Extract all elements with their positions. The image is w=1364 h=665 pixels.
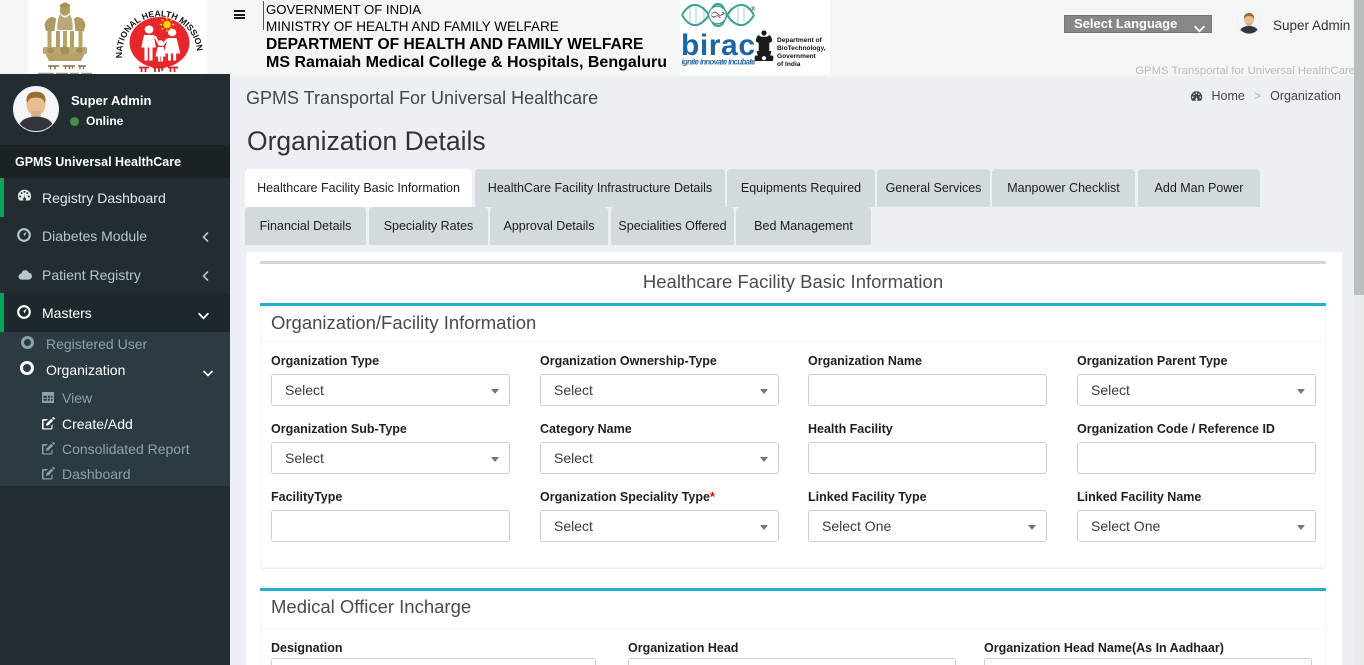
svg-text:of India: of India xyxy=(777,61,801,68)
svg-text:®: ® xyxy=(751,5,756,13)
svg-text:Department of: Department of xyxy=(777,37,822,44)
svg-text:Government: Government xyxy=(777,53,817,60)
svg-text:ignite innovate incubate: ignite innovate incubate xyxy=(682,58,757,67)
svg-text:BioTechnology,: BioTechnology, xyxy=(777,45,826,52)
